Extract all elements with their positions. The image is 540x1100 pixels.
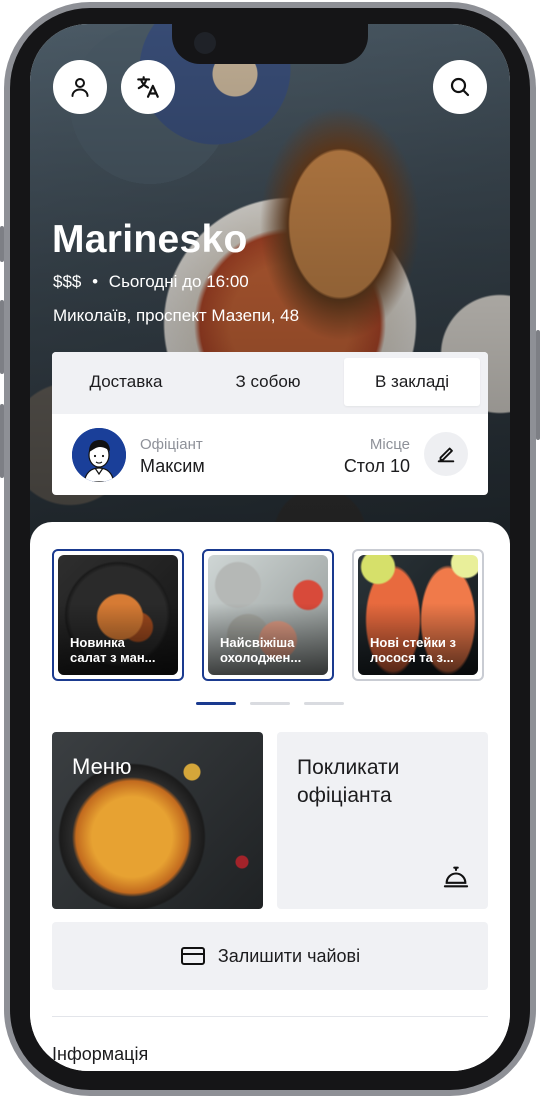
content-sheet: Новинка салат з ман... Найсвіжіша охолод…: [30, 522, 510, 1071]
restaurant-name: Marinesko: [52, 218, 248, 261]
pager-dot[interactable]: [304, 702, 344, 705]
notch: [172, 24, 368, 64]
app-screen: Marinesko $$$ • Сьогодні до 16:00 Микола…: [30, 24, 510, 1071]
table-label: Місце: [369, 436, 410, 453]
info-section-title: Інформація: [52, 1044, 149, 1064]
profile-button[interactable]: [53, 60, 107, 114]
leave-tip-label: Залишити чайові: [217, 945, 361, 966]
order-mode-tabs: Доставка З собою В закладі: [52, 352, 488, 414]
story-caption-line: салат з ман...: [70, 650, 156, 665]
waiter-name: Максим: [140, 456, 205, 476]
waiter-avatar: [72, 428, 126, 482]
pencil-icon: [437, 447, 455, 463]
order-mode-card: Доставка З собою В закладі Офіціант Макс…: [52, 352, 488, 495]
story-pager: [30, 702, 510, 706]
search-icon: [450, 77, 470, 97]
story-image-octopus: Новинка салат з ман...: [58, 555, 178, 675]
story-caption-line: Новинка: [70, 635, 125, 650]
story-caption-line: Нові стейки з: [370, 635, 456, 650]
menu-card[interactable]: Меню: [52, 732, 263, 909]
story-image-fish: Найсвіжіша охолоджен...: [208, 555, 328, 675]
waiter-label: Офіціант: [140, 436, 203, 453]
leave-tip-button[interactable]: Залишити чайові: [52, 922, 488, 990]
tab-takeaway[interactable]: З собою: [200, 358, 336, 406]
side-button-volume-up: [0, 300, 4, 374]
story-image-salmon: Нові стейки з лосося та з...: [358, 555, 478, 675]
side-button-volume-down: [0, 404, 4, 478]
translate-button[interactable]: [121, 60, 175, 114]
story-caption: Новинка салат з ман...: [70, 635, 176, 665]
story-card[interactable]: Нові стейки з лосося та з...: [352, 549, 484, 681]
story-card[interactable]: Найсвіжіша охолоджен...: [202, 549, 334, 681]
search-button[interactable]: [433, 60, 487, 114]
card-icon: [180, 947, 205, 965]
waiter-avatar-illustration: [72, 428, 126, 482]
user-icon: [71, 78, 89, 97]
side-button-power: [536, 330, 540, 440]
side-button-silent: [0, 226, 4, 262]
story-caption-line: лосося та з...: [370, 650, 454, 665]
meta-separator-dot: •: [92, 272, 99, 291]
restaurant-meta: $$$ • Сьогодні до 16:00: [53, 272, 249, 292]
price-level: $$$: [53, 272, 82, 291]
story-caption-line: Найсвіжіша: [220, 635, 295, 650]
tab-delivery[interactable]: Доставка: [58, 358, 194, 406]
story-caption: Найсвіжіша охолоджен...: [220, 635, 326, 665]
story-card[interactable]: Новинка салат з ман...: [52, 549, 184, 681]
pager-dot[interactable]: [250, 702, 290, 705]
pager-dot-active[interactable]: [196, 702, 236, 705]
waiter-row: Офіціант Максим Місце Стол 10: [52, 414, 488, 495]
opening-hours: Сьогодні до 16:00: [108, 272, 249, 291]
call-waiter-card[interactable]: Покликати офіціанта: [277, 732, 488, 909]
menu-card-label: Меню: [72, 754, 132, 779]
section-divider: [52, 1016, 488, 1017]
restaurant-address: Миколаїв, проспект Мазепи, 48: [53, 306, 300, 325]
service-bell-icon: [443, 866, 469, 888]
call-waiter-label: Покликати офіціанта: [297, 756, 400, 807]
story-caption: Нові стейки з лосося та з...: [370, 635, 476, 665]
front-camera: [194, 32, 216, 54]
story-caption-line: охолоджен...: [220, 650, 302, 665]
translate-icon: [137, 76, 159, 98]
table-value: Стол 10: [343, 456, 410, 476]
tab-dine-in[interactable]: В закладі: [344, 358, 480, 406]
edit-order-button[interactable]: [424, 432, 468, 476]
